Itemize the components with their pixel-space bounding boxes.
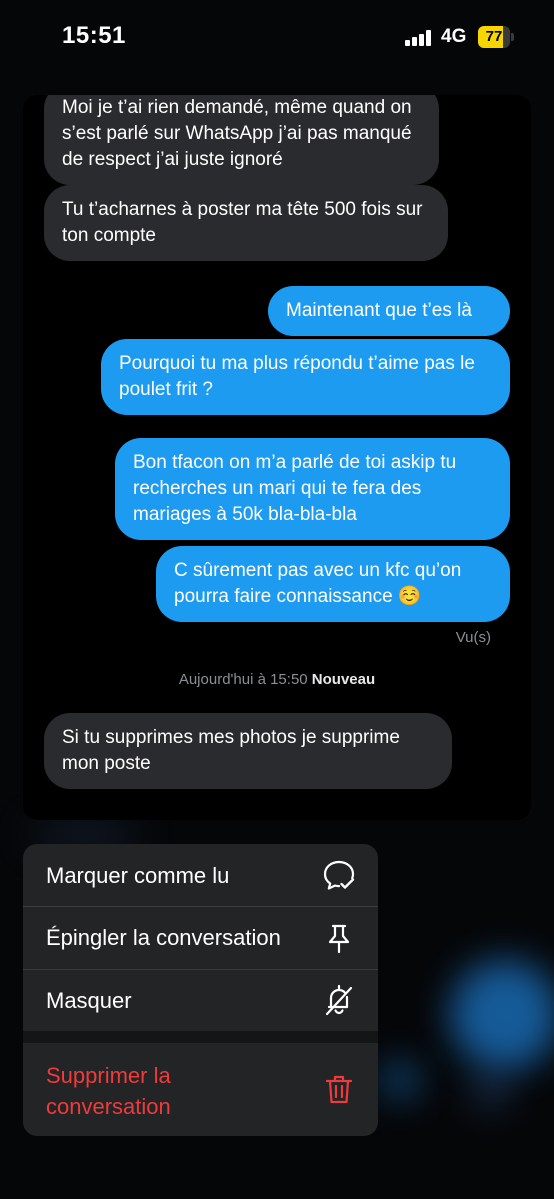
date-divider: Aujourd'hui à 15:50 Nouveau — [23, 671, 531, 688]
status-time: 15:51 — [62, 22, 126, 49]
pin-icon — [328, 924, 350, 954]
menu-item-label: Marquer comme lu — [46, 863, 230, 888]
message-bubble-outgoing: Maintenant que t’es là — [268, 286, 510, 336]
menu-item-label: Supprimer la conversation — [46, 1063, 171, 1119]
message-bubble-incoming: Si tu supprimes mes photos je supprime m… — [44, 713, 452, 789]
message-bubble-outgoing: Bon tfacon on m’a parlé de toi askip tu … — [115, 438, 510, 540]
background-blur — [450, 960, 554, 1070]
background-blur — [470, 1070, 510, 1110]
message-bubble-incoming: Tu t’acharnes à poster ma tête 500 fois … — [44, 185, 448, 261]
menu-item-label: Masquer — [46, 988, 132, 1013]
chat-check-icon — [323, 860, 355, 890]
menu-item-delete-conversation[interactable]: Supprimer la conversation — [23, 1043, 378, 1136]
battery-icon: 77 — [478, 26, 516, 48]
message-bubble-incoming: Moi je t’ai rien demandé, même quand on … — [44, 95, 439, 185]
battery-percentage: 77 — [485, 28, 503, 45]
menu-item-label: Épingler la conversation — [46, 925, 281, 950]
screen: 15:51 4G 77 Moi je t’ai rien demandé, mê… — [0, 0, 554, 1199]
context-menu: Marquer comme lu Épingler la conversatio… — [23, 844, 378, 1136]
seen-indicator: Vu(s) — [455, 629, 491, 646]
cellular-signal-icon — [405, 30, 433, 46]
network-type: 4G — [441, 26, 467, 47]
menu-item-mark-as-read[interactable]: Marquer comme lu — [23, 844, 378, 906]
message-bubble-outgoing: Pourquoi tu ma plus répondu t’aime pas l… — [101, 339, 510, 415]
menu-group-separator — [23, 1031, 378, 1043]
background-blur — [380, 1060, 420, 1100]
status-bar: 15:51 4G 77 — [0, 0, 554, 76]
divider-new-label: Nouveau — [311, 671, 376, 688]
conversation-preview: Moi je t’ai rien demandé, même quand on … — [23, 95, 531, 820]
bell-slash-icon — [325, 984, 353, 1016]
menu-item-pin-conversation[interactable]: Épingler la conversation — [23, 907, 378, 969]
trash-icon — [325, 1075, 353, 1104]
menu-item-hide[interactable]: Masquer — [23, 970, 378, 1031]
message-bubble-outgoing: C sûrement pas avec un kfc qu’on pourra … — [156, 546, 510, 622]
divider-date: Aujourd'hui à 15:50 — [178, 671, 308, 688]
